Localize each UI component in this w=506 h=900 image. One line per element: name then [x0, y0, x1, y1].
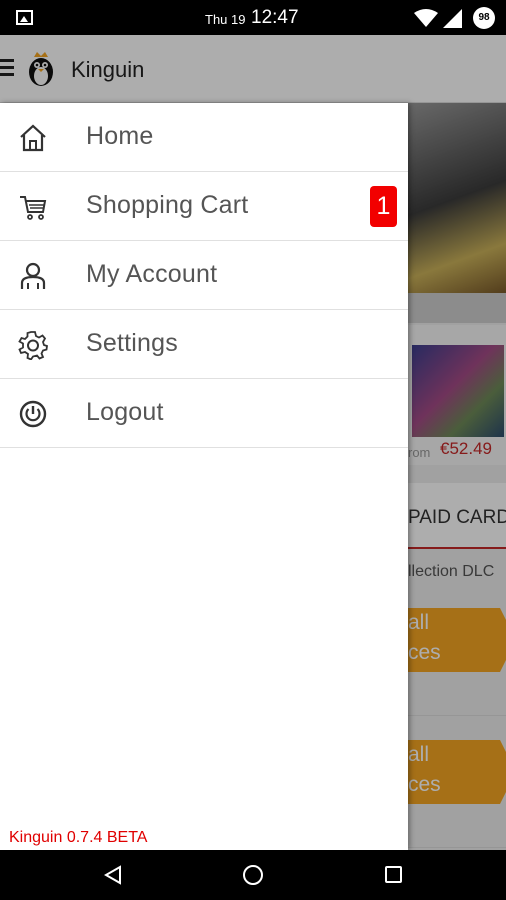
recent-apps-icon[interactable]	[385, 866, 402, 883]
navigation-bar	[0, 850, 506, 900]
gear-icon	[18, 331, 48, 360]
back-icon[interactable]	[104, 865, 122, 885]
cart-icon	[20, 196, 47, 220]
wifi-icon	[414, 9, 438, 27]
navigation-drawer: Home Shopping Cart 1 My Account Settings	[0, 103, 408, 850]
drawer-item-settings[interactable]: Settings	[0, 310, 408, 379]
status-time: 12:47	[251, 7, 299, 28]
app-version: Kinguin 0.7.4 BETA	[9, 829, 148, 846]
drawer-item-label: Settings	[86, 329, 178, 357]
drawer-item-label: Home	[86, 122, 154, 150]
image-notification-icon	[16, 10, 33, 25]
home-nav-icon[interactable]	[243, 865, 263, 885]
status-day: Thu 19	[205, 12, 246, 27]
battery-indicator: 98	[473, 7, 495, 29]
signal-icon	[443, 9, 462, 28]
drawer-item-label: Logout	[86, 398, 164, 426]
home-icon	[20, 124, 46, 152]
drawer-item-logout[interactable]: Logout	[0, 379, 408, 448]
drawer-item-label: Shopping Cart	[86, 191, 249, 219]
drawer-item-shopping-cart[interactable]: Shopping Cart 1	[0, 172, 408, 241]
cart-count-badge: 1	[370, 186, 397, 227]
drawer-item-home[interactable]: Home	[0, 103, 408, 172]
status-bar: Thu 19 12:47 98	[0, 0, 506, 35]
account-icon	[20, 262, 46, 289]
drawer-item-my-account[interactable]: My Account	[0, 241, 408, 310]
power-icon	[19, 400, 47, 428]
drawer-item-label: My Account	[86, 260, 218, 288]
